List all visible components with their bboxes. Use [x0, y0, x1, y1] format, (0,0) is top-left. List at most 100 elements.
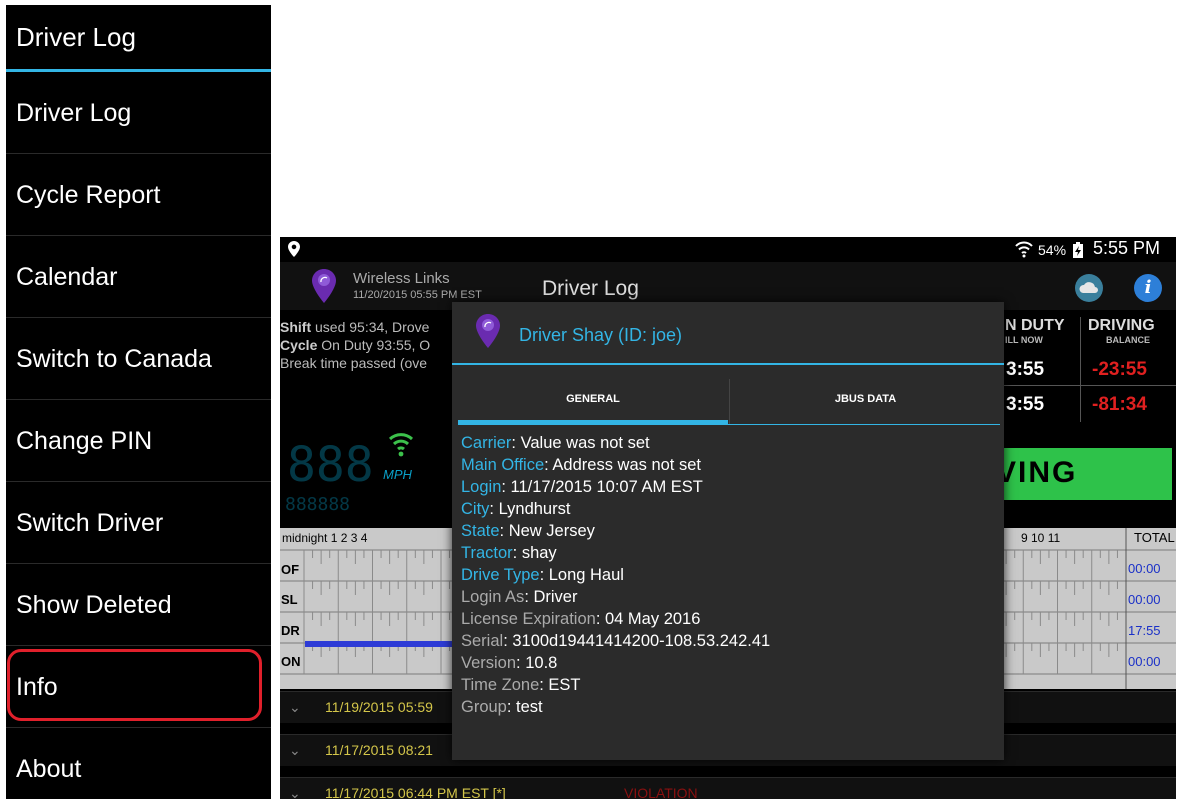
info-value: : New Jersey	[499, 522, 595, 540]
driving-subheader: BALANCE	[1106, 335, 1150, 345]
dialog-header: Driver Shay (ID: joe)	[452, 302, 1004, 363]
info-row-serial: Serial: 3100d19441414200-108.53.242.41	[461, 630, 770, 652]
info-value: : 04 May 2016	[595, 610, 701, 628]
drawer-item-info[interactable]: Info	[6, 646, 271, 728]
info-row-carrier: Carrier: Value was not set	[461, 432, 770, 454]
app-logo-icon	[476, 314, 500, 353]
cloud-sync-icon[interactable]	[1075, 274, 1103, 302]
driving-balance-shift: -23:55	[1092, 359, 1147, 380]
battery-percent: 54%	[1038, 242, 1067, 258]
info-row-version: Version: 10.8	[461, 652, 770, 674]
grid-total-dr: 17:55	[1128, 623, 1161, 638]
info-label: Login	[461, 478, 502, 496]
status-clock: 5:55 PM	[1093, 238, 1161, 258]
driver-info-dialog: Driver Shay (ID: joe) GENERAL JBUS DATA …	[452, 302, 1004, 760]
cycle-summary: Cycle On Duty 93:55, O	[280, 337, 430, 353]
chevron-down-icon[interactable]: ⌄	[289, 785, 301, 799]
tablet-screen: 54% 5:55 PM Wireless Links 11/20/2015 05…	[280, 237, 1176, 799]
shift-summary: Shift used 95:34, Drove	[280, 319, 429, 335]
violation-label: VIOLATION	[624, 785, 698, 799]
chevron-down-icon[interactable]: ⌄	[289, 742, 301, 759]
info-value: : test	[506, 698, 543, 716]
info-row-login: Login: 11/17/2015 10:07 AM EST	[461, 476, 770, 498]
drawer-item-switch-to-canada[interactable]: Switch to Canada	[6, 318, 271, 400]
signal-icon	[388, 430, 414, 463]
dialog-title: Driver Shay (ID: joe)	[519, 325, 683, 345]
battery-icon	[1073, 242, 1083, 263]
on-duty-header: N DUTY	[1005, 317, 1065, 334]
on-duty-value-cycle: 3:55	[1006, 394, 1045, 415]
break-summary: Break time passed (ove	[280, 355, 428, 371]
info-row-state: State: New Jersey	[461, 520, 770, 542]
dialog-title-divider	[452, 363, 1004, 365]
grid-total-on: 00:00	[1128, 654, 1161, 669]
status-bar: 54% 5:55 PM	[280, 237, 1176, 262]
log-entry-date: 11/17/2015 06:44 PM EST [*]	[325, 785, 506, 799]
active-tab-indicator	[458, 420, 728, 425]
dialog-tabs: GENERAL JBUS DATA	[458, 379, 1000, 425]
info-row-group: Group: test	[461, 696, 770, 718]
info-label: State	[461, 522, 500, 540]
drawer-item-change-pin[interactable]: Change PIN	[6, 400, 271, 482]
location-pin-icon	[288, 241, 300, 262]
info-row-main-office: Main Office: Address was not set	[461, 454, 770, 476]
stats-row-divider	[1000, 385, 1176, 386]
grid-hours-left: midnight 1 2 3 4	[282, 531, 368, 545]
page-title[interactable]: Driver Log	[542, 277, 639, 301]
info-row-time-zone: Time Zone: EST	[461, 674, 770, 696]
info-value: : 10.8	[516, 654, 558, 672]
shift-text: used 95:34, Drove	[311, 319, 430, 335]
driving-header: DRIVING	[1088, 317, 1155, 334]
app-logo-icon[interactable]	[312, 269, 336, 308]
stats-divider	[1080, 317, 1081, 422]
grid-total-label: TOTAL	[1134, 530, 1175, 545]
info-label: Time Zone	[461, 676, 540, 694]
info-value: : shay	[512, 544, 557, 562]
info-row-drive-type: Drive Type: Long Haul	[461, 564, 770, 586]
log-entry-date: 11/19/2015 05:59	[325, 699, 433, 715]
info-value: : 11/17/2015 10:07 AM EST	[501, 478, 703, 496]
log-entry-date: 11/17/2015 08:21	[325, 742, 433, 758]
log-entry[interactable]: ⌄ 11/17/2015 06:44 PM EST [*] VIOLATION	[280, 777, 1176, 799]
info-label: Tractor	[461, 544, 513, 562]
wifi-icon	[1015, 240, 1033, 263]
odometer-display: 888888	[285, 494, 351, 515]
tab-jbus-data[interactable]: JBUS DATA	[729, 379, 1001, 425]
drawer-item-driver-log[interactable]: Driver Log	[6, 72, 271, 154]
grid-hours-right: 9 10 11	[1021, 531, 1061, 545]
info-icon[interactable]: i	[1134, 274, 1162, 302]
navigation-drawer: Driver Log Driver Log Cycle Report Calen…	[6, 5, 271, 799]
driver-info-list: Carrier: Value was not set Main Office: …	[461, 432, 770, 718]
info-label: Version	[461, 654, 517, 672]
info-row-city: City: Lyndhurst	[461, 498, 770, 520]
info-label: Main Office	[461, 456, 545, 474]
speed-display: 888	[287, 437, 374, 493]
info-value: : Long Haul	[539, 566, 624, 584]
drawer-item-calendar[interactable]: Calendar	[6, 236, 271, 318]
drawer-item-show-deleted[interactable]: Show Deleted	[6, 564, 271, 646]
drawer-item-switch-driver[interactable]: Switch Driver	[6, 482, 271, 564]
grid-row-label-dr: DR	[281, 623, 300, 638]
chevron-down-icon[interactable]: ⌄	[289, 699, 301, 716]
brand-date: 11/20/2015 05:55 PM EST	[353, 289, 482, 301]
info-row-tractor: Tractor: shay	[461, 542, 770, 564]
drawer-item-cycle-report[interactable]: Cycle Report	[6, 154, 271, 236]
info-value: : Lyndhurst	[489, 500, 571, 518]
info-value: : EST	[539, 676, 581, 694]
cycle-label: Cycle	[280, 337, 318, 353]
grid-total-sl: 00:00	[1128, 592, 1161, 607]
shift-label: Shift	[280, 319, 312, 335]
grid-row-label-sl: SL	[281, 592, 298, 607]
info-value: : 3100d19441414200-108.53.242.41	[503, 632, 771, 650]
info-label: Carrier	[461, 434, 512, 452]
info-label: City	[461, 500, 490, 518]
info-value: : Driver	[524, 588, 578, 606]
info-value: : Address was not set	[544, 456, 701, 474]
driving-duration-bar	[305, 641, 455, 647]
drawer-item-about[interactable]: About	[6, 728, 271, 810]
info-row-license-expiration: License Expiration: 04 May 2016	[461, 608, 770, 630]
grid-row-label-on: ON	[281, 654, 301, 669]
info-label: License Expiration	[461, 610, 596, 628]
tab-general[interactable]: GENERAL	[458, 379, 728, 425]
grid-row-label-of: OF	[281, 562, 300, 577]
